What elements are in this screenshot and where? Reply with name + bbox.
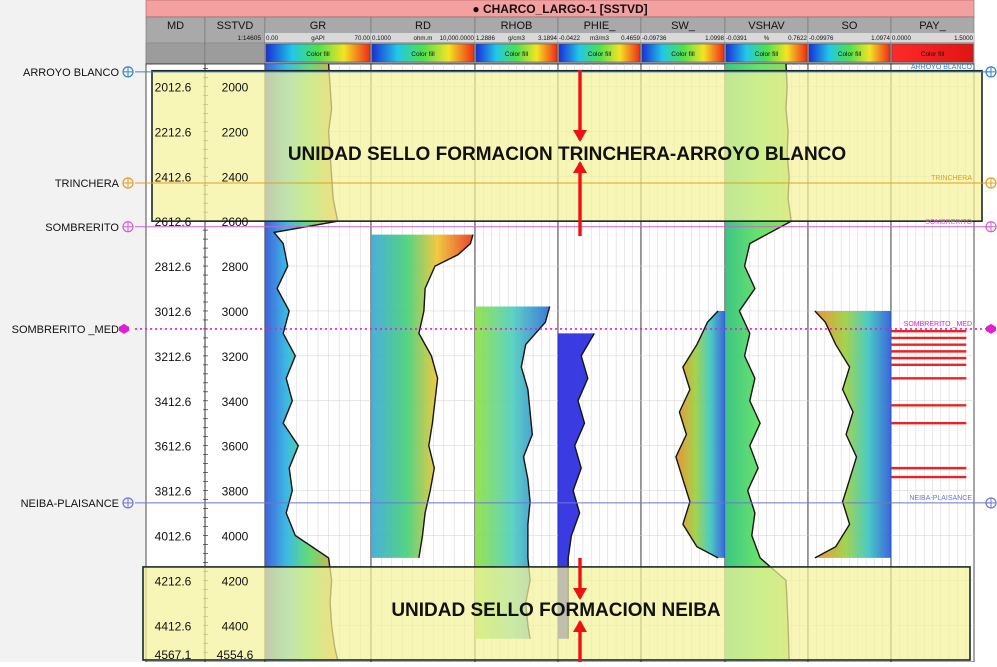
scale-max: 0.4659 xyxy=(621,35,640,42)
scale-unit: m3/m3 xyxy=(590,35,609,42)
track-name: VSHAV xyxy=(748,20,785,32)
formation-top-label: SOMBRERITO xyxy=(45,222,119,234)
scale-unit: ohm.m xyxy=(414,35,433,42)
color-fill-label: Color fill xyxy=(755,51,779,58)
track-name: PAY_ xyxy=(919,20,946,32)
color-fill-label: Color fill xyxy=(671,51,695,58)
scale-max: 1.0974 xyxy=(871,35,890,42)
formation-top-label: TRINCHERA xyxy=(55,178,120,190)
track-name: PHIE_ xyxy=(584,20,617,32)
formation-top-label: SOMBRERITO _MED xyxy=(12,324,119,336)
md-depth-label: 4567.1 xyxy=(155,648,192,662)
sstvd-depth-label: 4400 xyxy=(222,619,249,633)
depth-scale: 1:14605 xyxy=(238,35,262,42)
track-name: SO xyxy=(842,20,858,32)
header-spacer xyxy=(204,42,266,65)
scale-min: -0.0391 xyxy=(726,35,748,42)
track-header-rd[interactable]: RD 0.1000 ohm.m 10,000.0000 Color fill xyxy=(370,16,476,65)
color-fill-label: Color fill xyxy=(588,51,612,58)
scale-unit: gAPI xyxy=(311,35,325,42)
sstvd-depth-label: 2200 xyxy=(222,125,249,139)
track-header-gr[interactable]: GR 0.00 gAPI 70.00 Color fill xyxy=(264,16,372,65)
scale-min: -0.09736 xyxy=(642,35,667,42)
md-depth-label: 2412.6 xyxy=(155,170,192,184)
formation-top-right-label: ARROYO BLANCO xyxy=(911,64,973,71)
track-header-vshav[interactable]: VSHAV-0.0391% 0.7622 Color fill xyxy=(724,16,809,65)
scale-max: 1.0998 xyxy=(705,35,724,42)
window-title: ● CHARCO_LARGO-1 [SSTVD] xyxy=(472,2,647,16)
md-depth-label: 3212.6 xyxy=(155,350,192,364)
scale-unit: % xyxy=(764,35,770,42)
formation-top-label: NEIBA-PLAISANCE xyxy=(21,498,119,510)
scale-unit: g/cm3 xyxy=(508,35,525,42)
sstvd-depth-label: 4200 xyxy=(222,574,249,588)
track-header-so[interactable]: SO -0.09976 1.0974 Color fill xyxy=(807,16,892,65)
md-depth-label: 3612.6 xyxy=(155,440,192,454)
color-fill-label: Color fill xyxy=(505,51,529,58)
scale-min: 0.1000 xyxy=(372,35,391,42)
md-depth-label: 4012.6 xyxy=(155,529,192,543)
md-depth-label: 4212.6 xyxy=(155,574,192,588)
scale-min: -0.0422 xyxy=(559,35,581,42)
scale-min: 0.0000 xyxy=(892,35,911,42)
scale-max: 0.7622 xyxy=(788,35,807,42)
color-fill-label: Color fill xyxy=(838,51,862,58)
formation-top-label: ARROYO BLANCO xyxy=(23,67,119,79)
header-spacer xyxy=(145,42,206,65)
sstvd-depth-label: 2800 xyxy=(222,260,249,274)
formation-top-right-label: SOMBRERITO xyxy=(925,219,972,226)
sstvd-depth-label: 2600 xyxy=(222,215,249,229)
md-depth-label: 2012.6 xyxy=(155,80,192,94)
track-name: RHOB xyxy=(501,20,533,32)
track-header-md[interactable]: MD xyxy=(145,16,206,65)
sstvd-depth-label: 3800 xyxy=(222,485,249,499)
sstvd-depth-label: 4554.6 xyxy=(217,648,254,662)
scale-min: -0.09976 xyxy=(809,35,834,42)
seal-zone-label: UNIDAD SELLO FORMACION NEIBA xyxy=(391,600,721,621)
md-depth-label: 3412.6 xyxy=(155,395,192,409)
formation-marker-icon xyxy=(986,323,996,334)
track-header-pay[interactable]: PAY_ 0.0000 1.5000 Color fill xyxy=(890,16,975,65)
md-depth-label: 2812.6 xyxy=(155,260,192,274)
track-name: SW_ xyxy=(671,20,696,32)
sstvd-depth-label: 2000 xyxy=(222,80,249,94)
track-header-sw[interactable]: SW_ -0.09736 1.0998 Color fill xyxy=(640,16,726,65)
color-fill-label: Color fill xyxy=(306,51,330,58)
track-name: RD xyxy=(415,20,431,32)
formation-top-right-label: TRINCHERA xyxy=(931,175,972,182)
scale-max: 10,000.0000 xyxy=(440,35,475,42)
sstvd-depth-label: 3000 xyxy=(222,305,249,319)
scale-min: 1.2886 xyxy=(476,35,495,42)
scale-max: 70.00 xyxy=(355,35,371,42)
track-header-phie[interactable]: PHIE_-0.0422 m3/m3 0.4659 Color fill xyxy=(557,16,642,65)
color-fill-label: Color fill xyxy=(411,51,435,58)
md-depth-label: 2212.6 xyxy=(155,125,192,139)
sstvd-depth-label: 3200 xyxy=(222,350,249,364)
formation-top-right-label: SOMBRERITO _MED xyxy=(904,321,972,328)
md-depth-label: 4412.6 xyxy=(155,619,192,633)
seal-zone-label: UNIDAD SELLO FORMACION TRINCHERA-ARROYO … xyxy=(288,144,846,165)
scale-max: 3.1894 xyxy=(538,35,557,42)
formation-top-right-label: NEIBA-PLAISANCE xyxy=(909,495,972,502)
well-log-viewer: ● CHARCO_LARGO-1 [SSTVD] MD SSTVD 1:14605 G… xyxy=(0,0,997,663)
track-header-rhob[interactable]: RHOB 1.2886 g/cm3 3.1894 Color fill xyxy=(474,16,559,65)
track-name: SSTVD xyxy=(217,20,254,32)
color-fill-label: Color fill xyxy=(921,51,945,58)
sstvd-depth-label: 2400 xyxy=(222,170,249,184)
track-header-sstvd[interactable]: SSTVD 1:14605 xyxy=(204,16,266,65)
scale-max: 1.5000 xyxy=(954,35,973,42)
md-depth-label: 3012.6 xyxy=(155,305,192,319)
scale-min: 0.00 xyxy=(266,35,279,42)
md-depth-label: 2612.6 xyxy=(155,215,192,229)
track-name: MD xyxy=(167,20,184,32)
md-depth-label: 3812.6 xyxy=(155,485,192,499)
track-name: GR xyxy=(310,20,327,32)
sstvd-depth-label: 4000 xyxy=(222,529,249,543)
sstvd-depth-label: 3600 xyxy=(222,440,249,454)
sstvd-depth-label: 3400 xyxy=(222,395,249,409)
